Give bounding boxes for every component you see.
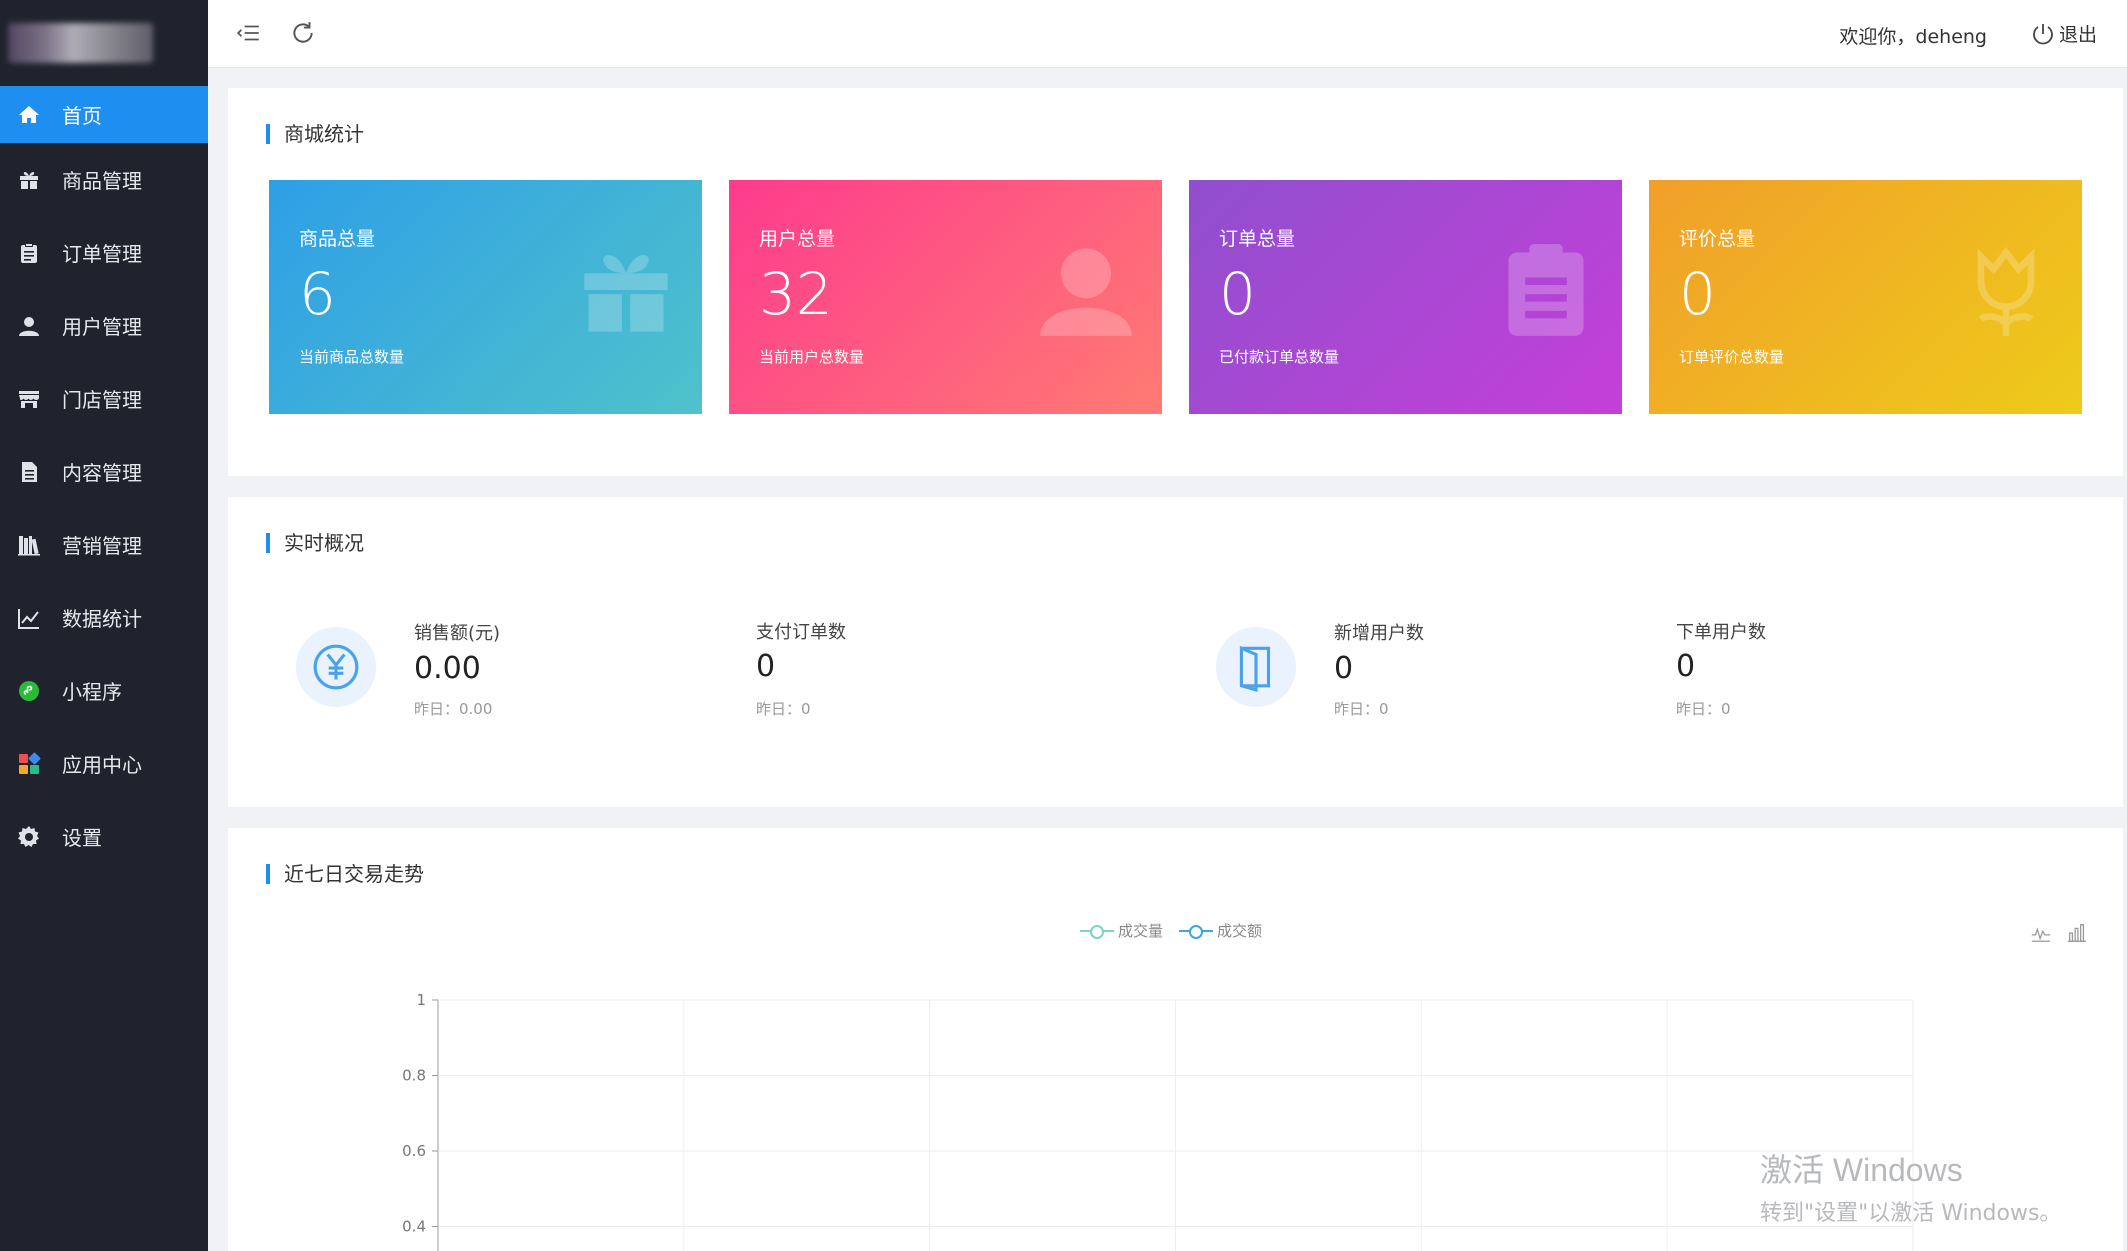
stat-card-orders[interactable]: 订单总量 0 已付款订单总数量 xyxy=(1189,180,1622,414)
gift-icon xyxy=(16,167,42,193)
sidebar-item-label: 小程序 xyxy=(62,680,122,704)
realtime-label: 下单用户数 xyxy=(1676,622,1766,643)
refresh-icon[interactable] xyxy=(290,20,318,48)
sidebar-item-label: 数据统计 xyxy=(62,607,142,631)
power-icon xyxy=(2033,23,2053,44)
books-icon xyxy=(16,532,42,558)
stat-value: 6 xyxy=(299,260,336,328)
user-icon xyxy=(16,313,42,339)
realtime-yesterday: 昨日：0.00 xyxy=(414,700,493,718)
store-icon xyxy=(16,386,42,412)
stat-subtitle: 订单评价总数量 xyxy=(1679,348,1785,366)
realtime-yesterday: 昨日：0 xyxy=(1334,700,1389,718)
stat-subtitle: 当前商品总数量 xyxy=(299,348,405,366)
realtime-label: 支付订单数 xyxy=(756,622,846,643)
sidebar-item-marketing[interactable]: 营销管理 xyxy=(0,508,208,581)
windows-activation-watermark: 激活 Windows 转到"设置"以激活 Windows。 xyxy=(1760,1145,2061,1227)
sidebar-item-goods[interactable]: 商品管理 xyxy=(0,143,208,216)
home-icon xyxy=(16,102,42,128)
sidebar-item-statistics[interactable]: 数据统计 xyxy=(0,581,208,654)
y-tick-label: 1 xyxy=(416,991,426,1009)
document-icon xyxy=(16,459,42,485)
sidebar-item-settings[interactable]: 设置 xyxy=(0,800,208,873)
realtime-label: 销售额(元) xyxy=(414,623,501,644)
sidebar-item-label: 营销管理 xyxy=(62,534,142,558)
gear-icon xyxy=(16,824,42,850)
line-chart-icon xyxy=(16,605,42,631)
realtime-value: 0 xyxy=(1334,651,1354,686)
logout-label: 退出 xyxy=(2058,24,2097,46)
welcome-text: 欢迎你，deheng xyxy=(1839,26,1987,48)
sidebar-item-label: 设置 xyxy=(62,826,102,850)
stat-value: 32 xyxy=(759,260,833,328)
door-icon xyxy=(1216,627,1296,707)
stat-label: 订单总量 xyxy=(1219,228,1296,250)
sidebar-item-label: 门店管理 xyxy=(62,388,142,412)
sidebar-item-app-center[interactable]: 应用中心 xyxy=(0,727,208,800)
sidebar-item-label: 内容管理 xyxy=(62,461,142,485)
realtime-yesterday: 昨日：0 xyxy=(1676,700,1731,718)
stat-subtitle: 当前用户总数量 xyxy=(759,348,865,366)
stat-label: 评价总量 xyxy=(1679,228,1756,250)
realtime-panel: 实时概况 销售额(元) 0.00 昨日：0.00 支付订单数 0 昨日：0 新增… xyxy=(228,497,2123,807)
logo[interactable] xyxy=(0,0,208,86)
stat-value: 0 xyxy=(1219,260,1256,328)
y-tick-label: 0.6 xyxy=(402,1142,426,1160)
top-header: 欢迎你，deheng 退出 xyxy=(208,0,2127,68)
sidebar-item-label: 应用中心 xyxy=(62,753,142,777)
stat-card-users[interactable]: 用户总量 32 当前用户总数量 xyxy=(729,180,1162,414)
miniprogram-icon xyxy=(16,678,42,704)
collapse-menu-icon[interactable] xyxy=(236,20,264,48)
tulip-icon xyxy=(1977,246,2035,336)
stat-card-goods[interactable]: 商品总量 6 当前商品总数量 xyxy=(269,180,702,414)
watermark-subtitle: 转到"设置"以激活 Windows。 xyxy=(1760,1201,2062,1226)
realtime-value: 0 xyxy=(756,649,776,684)
sidebar-item-stores[interactable]: 门店管理 xyxy=(0,362,208,435)
stat-label: 用户总量 xyxy=(759,228,836,250)
stat-subtitle: 已付款订单总数量 xyxy=(1219,348,1340,366)
sidebar-item-users[interactable]: 用户管理 xyxy=(0,289,208,362)
y-tick-label: 0.8 xyxy=(402,1067,426,1085)
watermark-title: 激活 Windows xyxy=(1760,1152,1963,1188)
panel-title: 实时概况 xyxy=(266,533,364,553)
sidebar-item-label: 商品管理 xyxy=(62,169,142,193)
sidebar-item-label: 首页 xyxy=(62,104,102,128)
clipboard-icon xyxy=(16,240,42,266)
logout-button[interactable]: 退出 xyxy=(2031,20,2097,47)
stat-label: 商品总量 xyxy=(299,228,376,250)
sidebar: 首页 商品管理 订单管理 用户管理 门店管理 内容管理 营销管理 数据统计 小程… xyxy=(0,0,208,1251)
panel-title: 商城统计 xyxy=(266,124,364,144)
sidebar-item-home[interactable]: 首页 xyxy=(0,86,208,143)
realtime-value: 0 xyxy=(1676,649,1696,684)
sidebar-item-content[interactable]: 内容管理 xyxy=(0,435,208,508)
user-icon xyxy=(1040,248,1132,336)
sidebar-item-label: 用户管理 xyxy=(62,315,142,339)
sidebar-item-label: 订单管理 xyxy=(62,242,142,266)
yuan-icon xyxy=(296,627,376,707)
y-tick-label: 0.4 xyxy=(402,1218,426,1236)
realtime-value: 0.00 xyxy=(414,651,481,686)
stat-card-reviews[interactable]: 评价总量 0 订单评价总数量 xyxy=(1649,180,2082,414)
apps-icon xyxy=(16,751,42,777)
realtime-yesterday: 昨日：0 xyxy=(756,700,811,718)
sidebar-item-orders[interactable]: 订单管理 xyxy=(0,216,208,289)
realtime-label: 新增用户数 xyxy=(1334,623,1424,644)
shop-stats-panel: 商城统计 商品总量 6 当前商品总数量 用户总量 32 当前用户总数量 订单总量… xyxy=(228,88,2123,476)
logo-image xyxy=(8,23,153,63)
gift-icon xyxy=(584,255,668,332)
clipboard-icon xyxy=(1508,244,1584,336)
sidebar-item-miniprogram[interactable]: 小程序 xyxy=(0,654,208,727)
stat-value: 0 xyxy=(1679,260,1716,328)
